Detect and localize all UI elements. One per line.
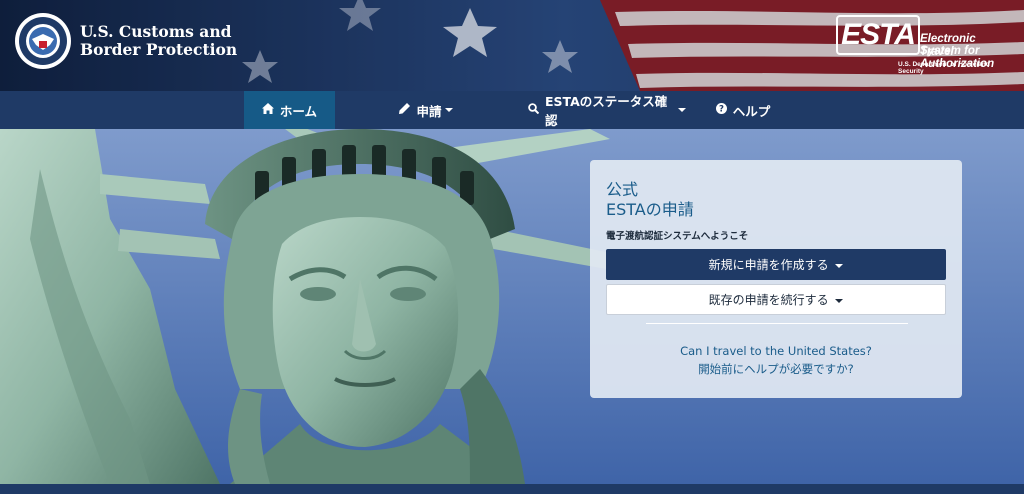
nav-item-check-status-label: ESTAのステータス確認	[545, 94, 668, 128]
nav-item-apply-label: 申請	[416, 103, 442, 119]
nav-item-check-status[interactable]: ESTAのステータス確認	[528, 91, 686, 129]
panel-title-esta: ESTAの申請	[606, 200, 694, 219]
cbp-brand[interactable]: U.S. Customs and Border Protection	[14, 12, 237, 70]
esta-logo: ESTA	[836, 15, 920, 55]
esta-brand[interactable]: ESTA Electronic System for Travel Author…	[836, 13, 1014, 75]
site-header: U.S. Customs and Border Protection ESTA …	[0, 0, 1024, 91]
agency-name: U.S. Customs and Border Protection	[80, 23, 237, 59]
chevron-down-icon	[678, 108, 686, 112]
new-application-button[interactable]: 新規に申請を作成する	[606, 249, 946, 280]
panel-divider	[646, 323, 908, 324]
pencil-icon	[399, 103, 411, 117]
hero-section: 公式 ESTAの申請 電子渡航認証システムへようこそ 新規に申請を作成する 既存…	[0, 129, 1024, 484]
continue-application-label: 既存の申請を続行する	[708, 293, 829, 307]
search-icon	[528, 103, 540, 117]
footer-bar	[0, 484, 1024, 494]
chevron-down-icon	[835, 263, 844, 268]
nav-item-help-label: ヘルプ	[732, 103, 771, 119]
travel-eligibility-link[interactable]: Can I travel to the United States?	[590, 344, 962, 358]
agency-name-line1: U.S. Customs and	[80, 22, 232, 41]
dhs-seal-icon	[15, 13, 71, 69]
esta-department: U.S. Department of Homeland Security	[898, 61, 990, 75]
continue-application-button[interactable]: 既存の申請を続行する	[606, 284, 946, 315]
svg-text:?: ?	[719, 105, 724, 114]
agency-name-line2: Border Protection	[80, 40, 238, 59]
welcome-text: 電子渡航認証システムへようこそ	[606, 231, 749, 242]
nav-item-apply[interactable]: 申請	[388, 91, 464, 129]
nav-item-help[interactable]: ? ヘルプ	[710, 91, 776, 129]
chevron-down-icon	[444, 108, 453, 112]
nav-item-home[interactable]: ホーム	[244, 91, 335, 129]
main-nav: ホーム 申請 ESTAのステータス確認 ? ヘルプ	[0, 91, 1024, 129]
nav-item-home-label: ホーム	[279, 103, 318, 119]
chevron-down-icon	[835, 298, 844, 303]
new-application-label: 新規に申請を作成する	[708, 258, 829, 272]
application-panel: 公式 ESTAの申請 電子渡航認証システムへようこそ 新規に申請を作成する 既存…	[590, 160, 962, 398]
help-before-start-link[interactable]: 開始前にヘルプが必要ですか?	[590, 361, 962, 377]
question-circle-icon: ?	[715, 103, 727, 117]
home-icon	[261, 103, 274, 117]
